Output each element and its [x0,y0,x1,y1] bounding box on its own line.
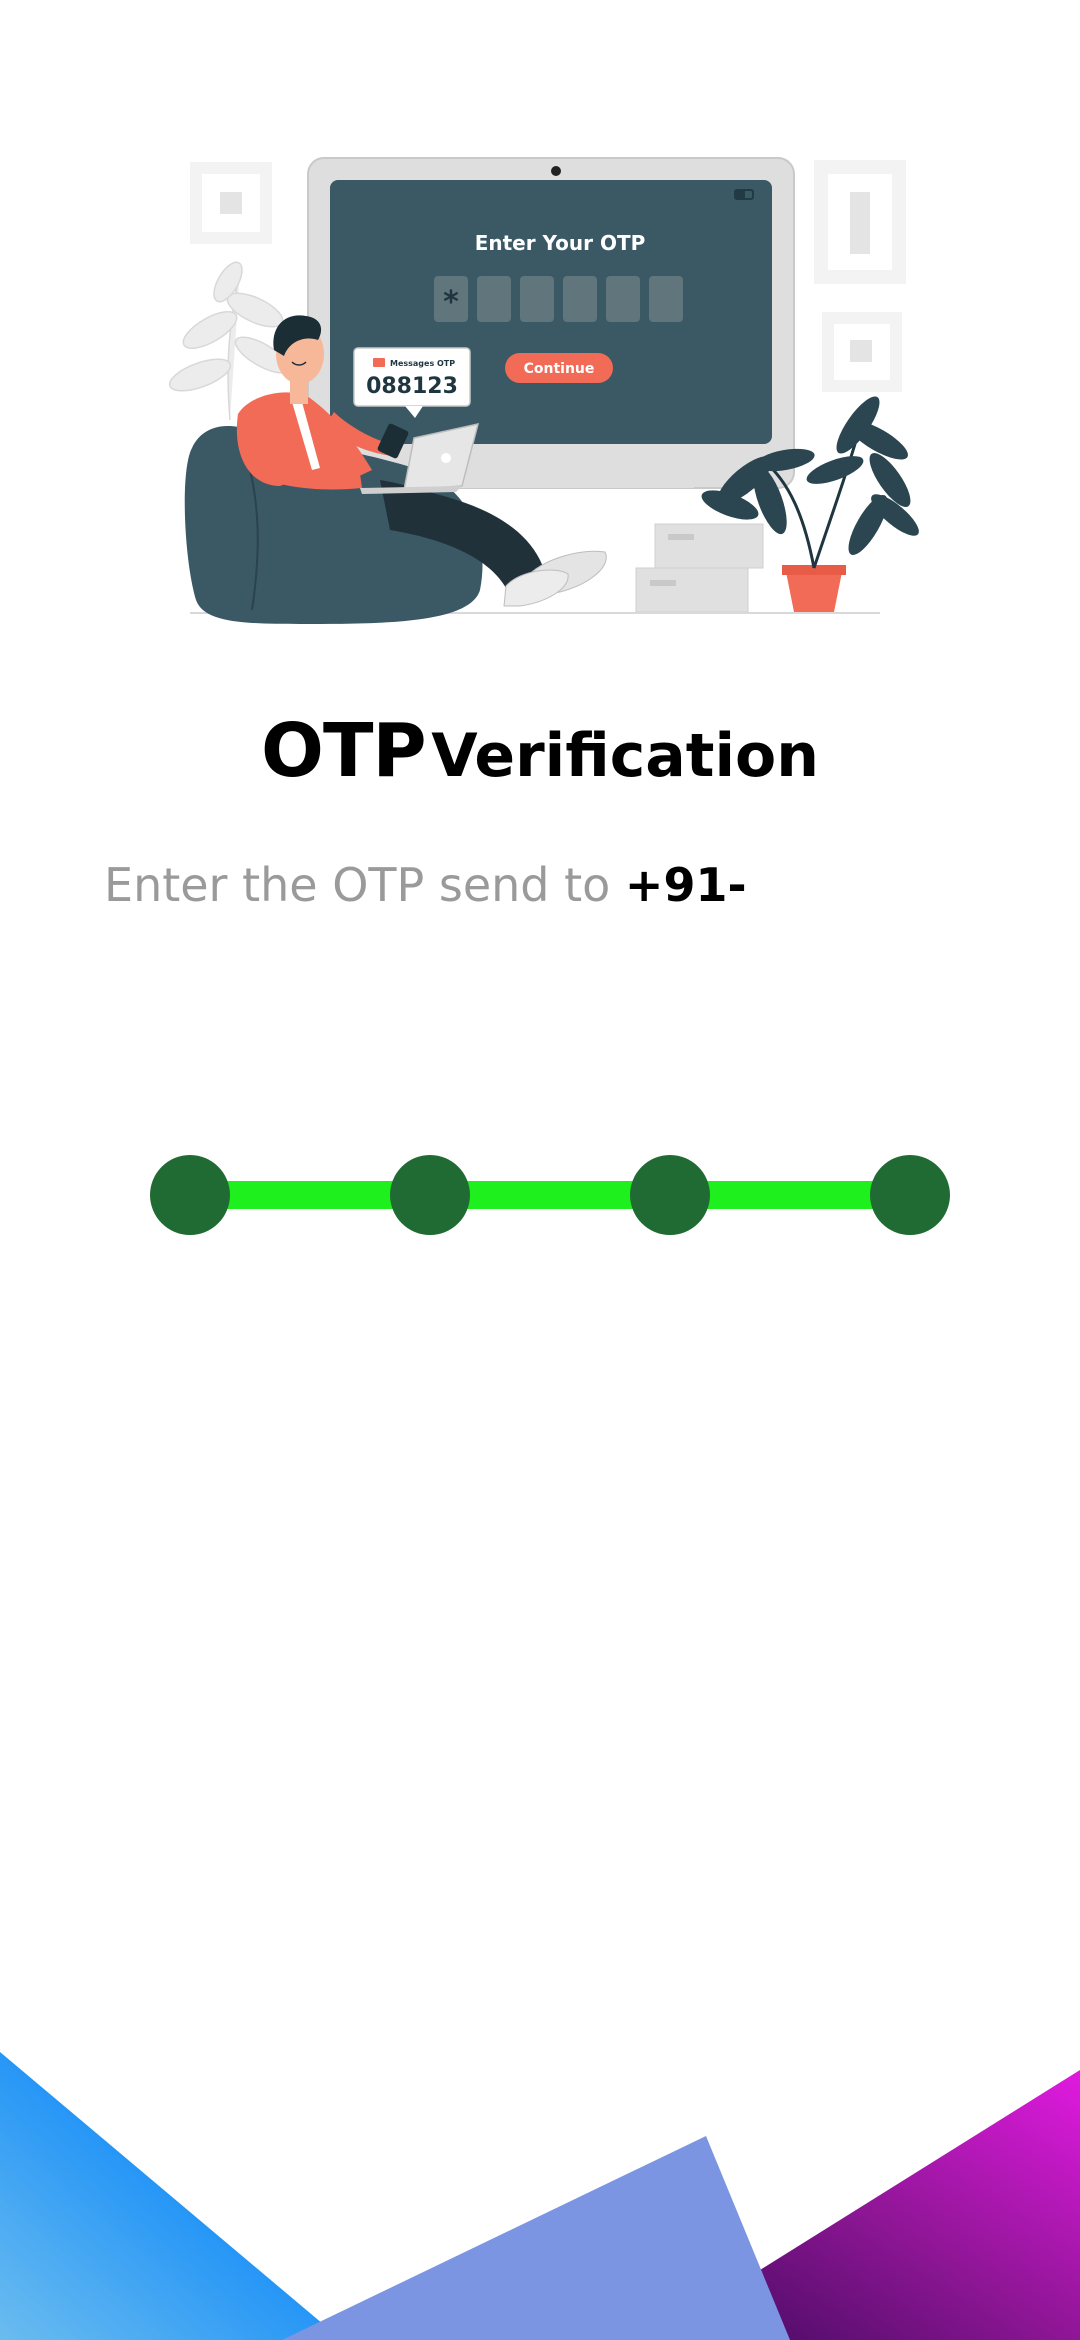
page-title-verification: Verification [431,721,819,791]
page-title: OTP Verification [0,708,1080,794]
otp-sent-message: Enter the OTP send to +91- [104,858,747,912]
storage-boxes [635,523,764,613]
footer-shape-left [0,2052,342,2340]
otp-digit-3[interactable] [630,1155,710,1235]
footer-gradient-shapes [0,2052,1080,2340]
bubble-label: Messages OTP [390,359,455,368]
wall-frame-right-bottom [822,312,902,392]
otp-connector-line [190,1181,910,1209]
otp-digit-1[interactable] [150,1155,230,1235]
otp-digit-2[interactable] [390,1155,470,1235]
monitor [307,157,795,489]
mail-icon [373,358,385,367]
screen-continue-label: Continue [524,361,595,377]
screen-otp-first-char: * [443,285,459,320]
wall-frame-left [190,162,272,244]
phone-number: +91- [624,858,747,912]
otp-input-row[interactable] [150,1155,950,1235]
page-title-otp: OTP [261,708,427,794]
otp-digit-4[interactable] [870,1155,950,1235]
screen-title: Enter Your OTP [475,231,646,255]
bubble-code: 088123 [366,374,458,399]
footer-shape-center [282,2136,790,2340]
otp-sent-label: Enter the OTP send to [104,858,611,912]
wall-frame-right-top [814,160,906,284]
otp-hero-illustration: Enter Your OTP * Continue Messages OTP 0… [168,157,919,624]
